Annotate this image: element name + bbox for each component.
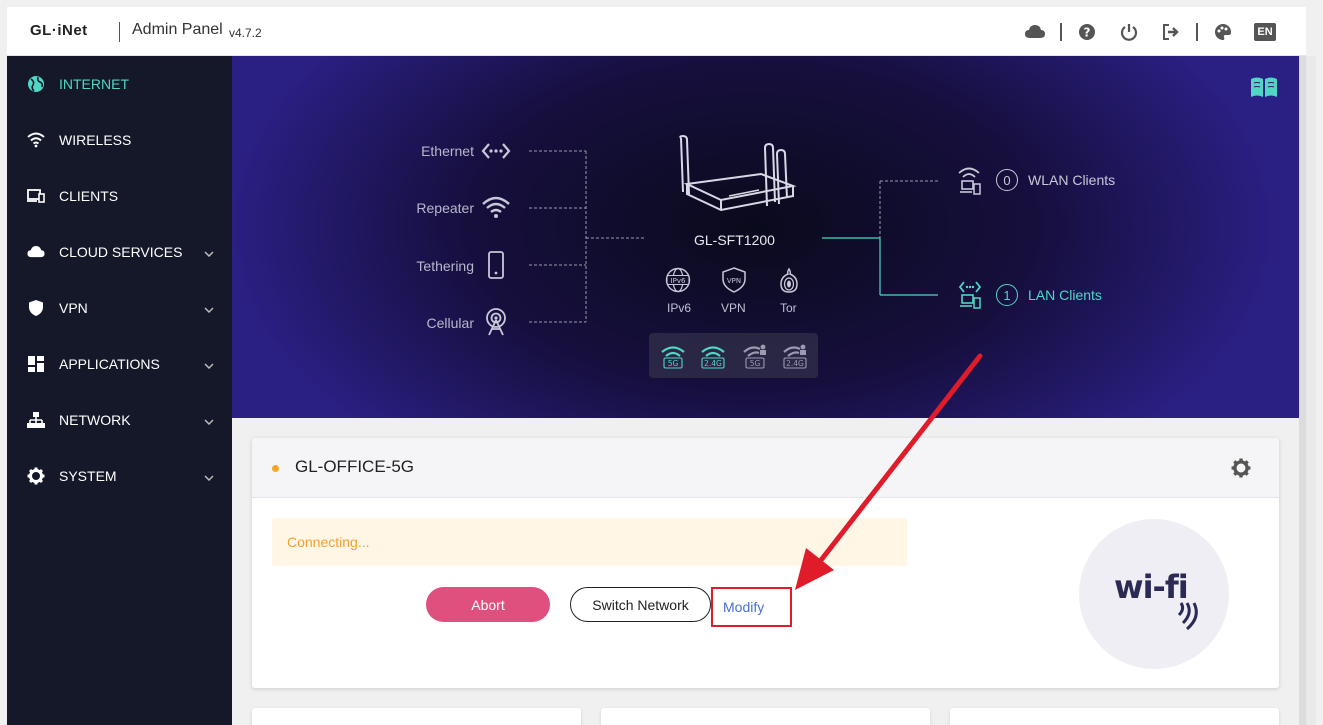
globe-icon [27,75,45,93]
abort-button[interactable]: Abort [426,587,550,622]
language-selector[interactable]: EN [1251,19,1279,45]
sidebar-item-vpn[interactable]: VPN [7,288,232,328]
chevron-down-icon [204,300,214,316]
sidebar-item-clients[interactable]: CLIENTS [7,176,232,216]
sidebar-item-internet[interactable]: INTERNET [7,64,232,104]
sidebar-item-network[interactable]: NETWORK [7,400,232,440]
wlan-clients-label: WLAN Clients [1028,172,1116,188]
wifi-logo: wi-fi [1079,519,1229,669]
sidebar-item-label: CLOUD SERVICES [59,244,183,260]
header-actions: ? EN [1014,19,1286,45]
cloud-icon [27,243,45,261]
wlan-clients-count: 0 [996,169,1018,191]
shield-icon [27,299,45,317]
status-indicator [272,465,279,472]
scrollbar-track [1299,56,1306,725]
repeater-icon[interactable] [481,195,511,219]
lan-client-icon [958,281,982,309]
network-icon [27,411,45,429]
sidebar-item-applications[interactable]: APPLICATIONS [7,344,232,384]
sidebar-item-label: WIRELESS [59,132,132,148]
switch-network-button[interactable]: Switch Network [570,587,711,622]
phone-icon[interactable] [487,251,505,279]
header-divider [119,22,120,42]
wan-ethernet-label[interactable]: Ethernet [394,143,474,159]
sidebar-item-label: APPLICATIONS [59,356,160,372]
help-icon[interactable]: ? [1073,19,1101,45]
guest-band-24g-icon[interactable]: 2.4G [782,343,808,369]
settings-gear-icon[interactable] [1231,458,1251,478]
sidebar-item-label: CLIENTS [59,188,119,204]
power-icon[interactable] [1115,19,1143,45]
sidebar: INTERNET WIRELESS CLIENTS CLOUD SERVICES [7,56,232,725]
ipv6-icon[interactable]: IPv6 [664,267,692,293]
logout-icon[interactable] [1157,19,1185,45]
wan-repeater-label[interactable]: Repeater [394,200,474,216]
cloud-icon[interactable] [1021,19,1049,45]
header-divider [1196,23,1198,41]
band-24g-icon[interactable]: 2.4G [700,343,726,369]
sidebar-item-label: INTERNET [59,76,129,92]
sidebar-item-label: SYSTEM [59,468,117,484]
network-topology: Ethernet Repeater Tethering Cellular GL-… [232,56,1299,418]
page-title: Admin Panel [132,21,223,38]
wifi-waves-icon [1177,602,1198,631]
header-divider [1060,23,1062,41]
chevron-down-icon [204,468,214,484]
sidebar-item-system[interactable]: SYSTEM [7,456,232,496]
modify-button[interactable]: Modify [711,587,792,627]
scrollbar[interactable] [1306,56,1316,725]
band-label: 5G [668,359,679,368]
apps-icon [27,355,45,373]
sidebar-item-cloud-services[interactable]: CLOUD SERVICES [7,232,232,272]
sidebar-item-label: NETWORK [59,412,131,428]
band-label: 2.4G [786,359,804,368]
gear-icon [27,467,45,485]
svg-text:IPv6: IPv6 [671,277,686,285]
ipv6-label: IPv6 [667,301,692,315]
router-icon [679,134,797,212]
tor-icon[interactable] [777,266,801,294]
band-label: 5G [750,359,761,368]
band-label: 2.4G [704,359,722,368]
version-label: v4.7.2 [229,26,262,40]
language-label: EN [1254,23,1276,41]
admin-page: GL·iNet Admin Panel v4.7.2 ? EN INTERNET… [0,0,1323,725]
card-header: GL-OFFICE-5G [252,438,1279,498]
chevron-down-icon [204,356,214,372]
wan-cellular-label[interactable]: Cellular [394,315,474,331]
cellular-icon[interactable] [483,307,509,337]
guide-book-icon[interactable] [1250,76,1278,98]
svg-text:VPN: VPN [727,277,741,285]
brand-logo[interactable]: GL·iNet [30,22,88,39]
devices-icon [27,187,45,205]
device-name: GL-SFT1200 [694,232,775,248]
wan-tethering-label[interactable]: Tethering [394,258,474,274]
connection-status-box: Connecting... [272,518,907,566]
vpn-label: VPN [721,301,746,315]
tor-label: Tor [780,301,797,315]
sidebar-item-label: VPN [59,300,88,316]
vpn-icon[interactable]: VPN [721,267,747,293]
wifi-icon [27,131,45,149]
chevron-down-icon [204,412,214,428]
top-header: GL·iNet Admin Panel v4.7.2 ? EN [7,7,1306,56]
sidebar-item-wireless[interactable]: WIRELESS [7,120,232,160]
lan-clients-count: 1 [996,284,1018,306]
bottom-card [601,708,930,725]
chevron-down-icon [204,244,214,260]
band-5g-icon[interactable]: 5G [660,343,686,369]
repeater-network-card: GL-OFFICE-5G Connecting... Abort Switch … [252,438,1279,688]
connection-status-text: Connecting... [287,534,370,550]
wlan-client-icon [958,167,981,195]
lan-clients-label: LAN Clients [1028,287,1102,303]
theme-icon[interactable] [1209,19,1237,45]
bottom-card [252,708,581,725]
network-ssid: GL-OFFICE-5G [295,457,415,476]
guest-band-5g-icon[interactable]: 5G [742,343,768,369]
bottom-card [950,708,1279,725]
ethernet-icon[interactable] [481,140,511,162]
svg-text:?: ? [1084,26,1091,40]
